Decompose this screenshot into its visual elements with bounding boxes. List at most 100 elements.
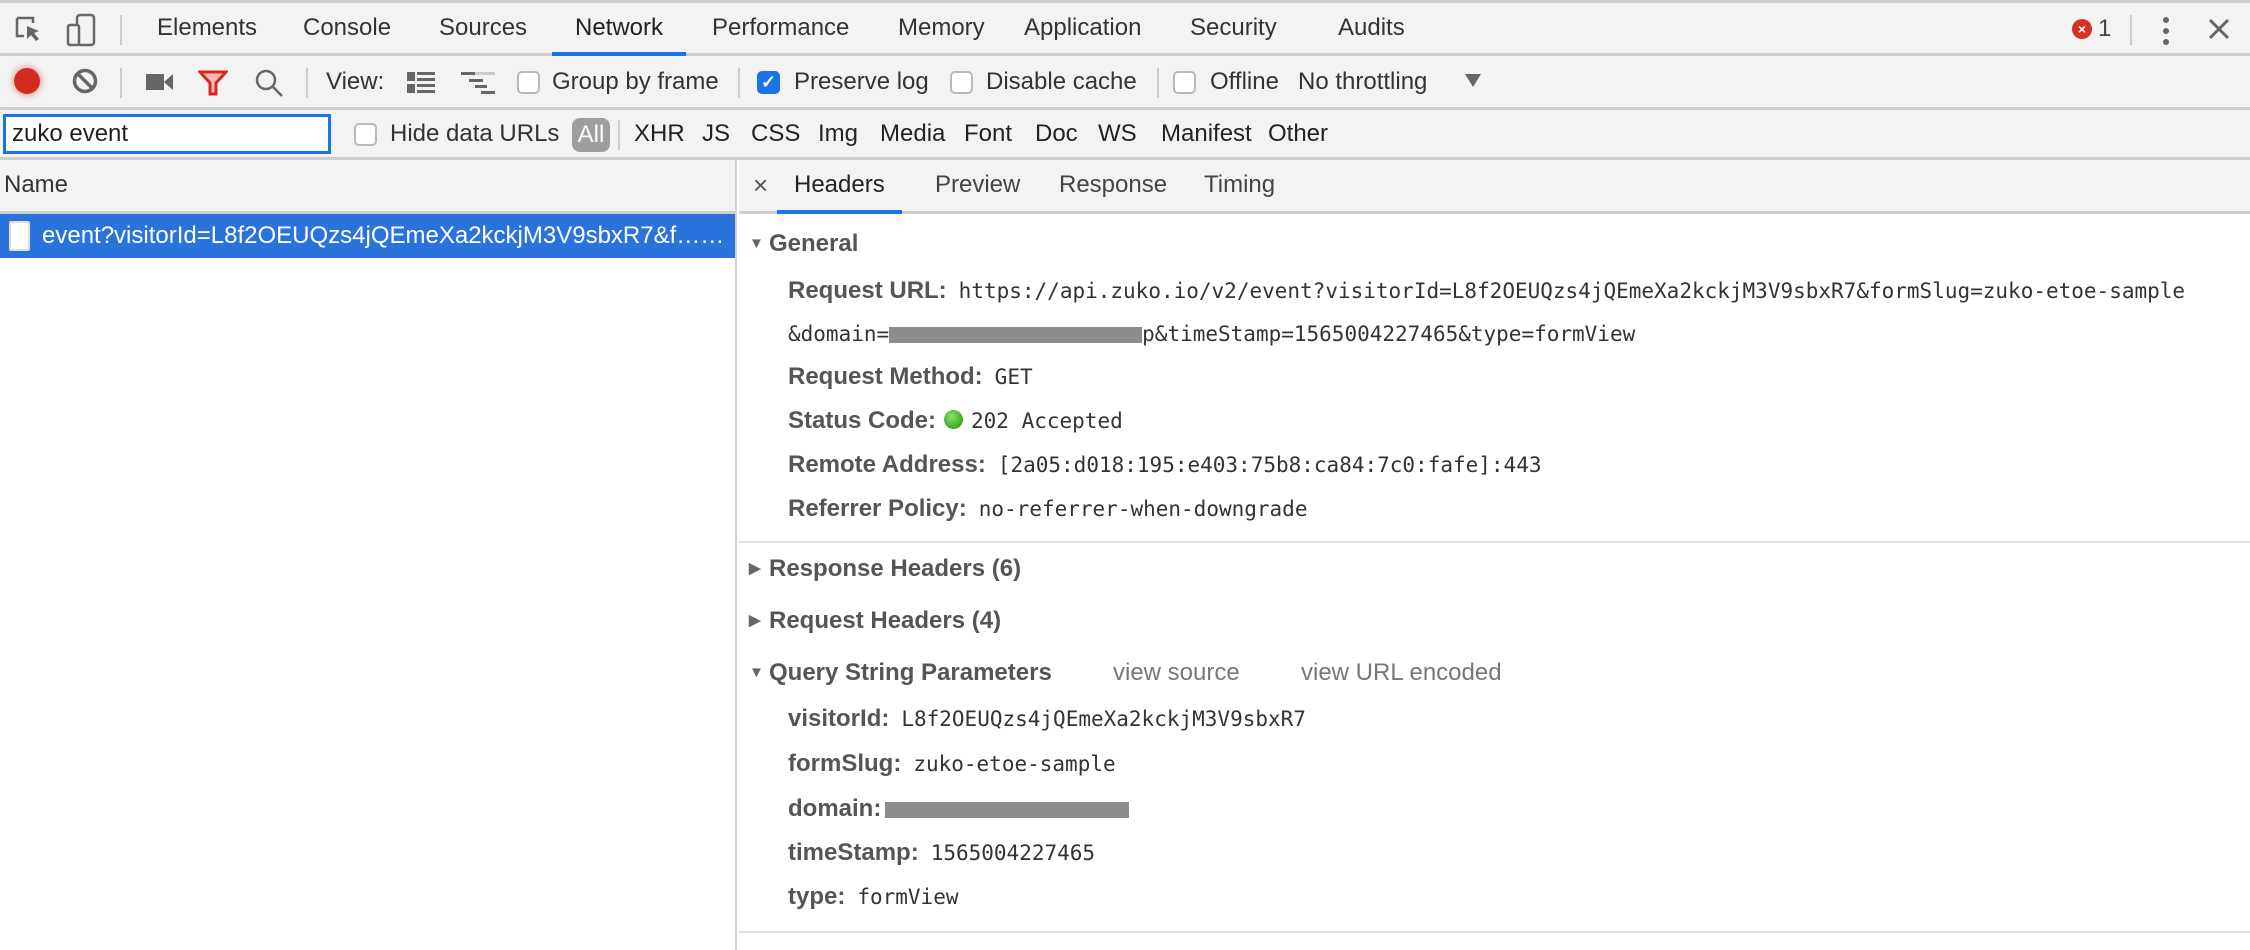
param-key: domain: (788, 795, 882, 822)
collapsed-triangle-icon: ▶ (749, 612, 761, 629)
tab-preview[interactable]: Preview (935, 160, 1020, 214)
param-value: zuko-etoe-sample (913, 752, 1116, 776)
query-param-row: type: formView (788, 882, 959, 915)
tab-headers[interactable]: Headers (777, 160, 902, 214)
error-badge[interactable]: × 1 (2072, 15, 2111, 43)
group-by-frame-checkbox[interactable] (517, 71, 540, 94)
filter-type-font[interactable]: Font (964, 119, 1012, 149)
tab-memory[interactable]: Memory (898, 3, 985, 56)
detail-tab-bar: × Headers Preview Response Timing (739, 160, 2250, 214)
more-options-icon[interactable] (2160, 16, 2172, 51)
query-param-row: domain: (788, 794, 1130, 827)
large-request-rows-icon[interactable] (407, 72, 435, 99)
preserve-log-label[interactable]: Preserve log (794, 67, 929, 97)
tab-network[interactable]: Network (552, 3, 687, 56)
divider (738, 68, 740, 98)
tab-sources[interactable]: Sources (439, 3, 527, 56)
response-headers-title: Response Headers (6) (769, 555, 1022, 582)
preserve-log-checkbox[interactable]: ✓ (757, 71, 780, 94)
hide-data-urls-label[interactable]: Hide data URLs (390, 119, 559, 149)
general-section-toggle[interactable]: ▼ General (749, 229, 858, 259)
tab-security[interactable]: Security (1190, 3, 1277, 56)
tab-timing[interactable]: Timing (1204, 160, 1275, 214)
offline-checkbox[interactable] (1173, 71, 1196, 94)
tab-performance[interactable]: Performance (712, 3, 849, 56)
filter-type-js[interactable]: JS (702, 119, 730, 149)
request-headers-toggle[interactable]: ▶ Request Headers (4) (749, 606, 1001, 636)
divider (120, 68, 122, 98)
section-divider (739, 541, 2250, 543)
filter-type-manifest[interactable]: Manifest (1161, 119, 1252, 149)
filter-type-ws[interactable]: WS (1098, 119, 1137, 149)
tab-elements[interactable]: Elements (157, 3, 257, 56)
status-code-label: Status Code: (788, 407, 937, 434)
request-url-continuation: &domain= p&timeStamp=1565004227465&type=f… (788, 319, 1635, 352)
query-param-row: visitorId: L8f2OEUQzs4jQEmeXa2kckjM3V9sbx… (788, 704, 1306, 737)
remote-address-label: Remote Address: (788, 451, 986, 478)
network-toolbar: View: Group by frame ✓ Preserve log Disa… (0, 56, 2250, 110)
filter-type-other[interactable]: Other (1268, 119, 1328, 149)
offline-label[interactable]: Offline (1210, 67, 1279, 97)
request-url-domain-prefix: &domain= (788, 322, 890, 346)
request-url-value: https://api.zuko.io/v2/event?visitorId=L… (958, 279, 2186, 303)
close-devtools-icon[interactable] (2208, 18, 2230, 45)
disable-cache-label[interactable]: Disable cache (986, 67, 1137, 97)
request-method-value: GET (994, 365, 1033, 389)
filter-type-xhr[interactable]: XHR (634, 119, 685, 149)
screenshot-camera-icon[interactable] (146, 72, 174, 97)
filter-type-img[interactable]: Img (818, 119, 858, 149)
general-title: General (769, 230, 859, 257)
close-detail-icon[interactable]: × (753, 160, 768, 210)
redacted-domain (889, 327, 1143, 343)
hide-data-urls-checkbox[interactable] (354, 123, 377, 146)
filter-type-all[interactable]: All (572, 118, 610, 152)
section-divider (739, 931, 2250, 933)
collapsed-triangle-icon: ▶ (749, 560, 761, 577)
divider (1157, 68, 1159, 98)
disable-cache-checkbox[interactable] (950, 71, 973, 94)
param-value: 1565004227465 (930, 841, 1096, 865)
request-url-suffix: p&timeStamp=1565004227465&type=formView (1142, 322, 1636, 346)
request-method-label: Request Method: (788, 363, 983, 390)
request-row[interactable]: event?visitorId=L8f2OEUQzs4jQEmeXa2kckjM… (0, 214, 735, 258)
name-column-header[interactable]: Name (0, 160, 735, 214)
filter-type-media[interactable]: Media (880, 119, 945, 149)
error-icon: × (2072, 19, 2092, 39)
filter-bar: Hide data URLs All XHR JS CSS Img Media … (0, 110, 2250, 160)
param-value: L8f2OEUQzs4jQEmeXa2kckjM3V9sbxR7 (901, 707, 1306, 731)
expanded-triangle-icon: ▼ (749, 235, 764, 252)
group-by-frame-label[interactable]: Group by frame (552, 67, 719, 97)
response-headers-toggle[interactable]: ▶ Response Headers (6) (749, 554, 1021, 584)
filter-icon[interactable] (196, 70, 230, 101)
request-name: event?visitorId=L8f2OEUQzs4jQEmeXa2kckjM… (42, 222, 725, 249)
record-icon[interactable] (14, 68, 40, 94)
tab-application[interactable]: Application (1024, 3, 1141, 56)
view-label: View: (326, 68, 385, 95)
filter-type-css[interactable]: CSS (751, 119, 800, 149)
remote-address-value: [2a05:d018:195:e403:75b8:ca84:7c0:fafe]:… (997, 453, 1542, 477)
filter-input[interactable] (3, 114, 331, 154)
overview-waterfall-icon[interactable] (461, 72, 495, 99)
param-value: formView (857, 885, 959, 909)
filter-type-doc[interactable]: Doc (1035, 119, 1078, 149)
redacted-domain (885, 802, 1130, 818)
referrer-policy-label: Referrer Policy: (788, 495, 967, 522)
tab-console[interactable]: Console (303, 3, 391, 56)
throttling-dropdown-icon[interactable] (1465, 74, 1481, 93)
request-url-label: Request URL: (788, 277, 947, 304)
divider (2130, 15, 2132, 45)
param-key: visitorId: (788, 705, 890, 732)
throttling-select[interactable]: No throttling (1298, 67, 1427, 97)
device-toolbar-icon[interactable] (64, 13, 98, 52)
view-source-link[interactable]: view source (1113, 658, 1240, 688)
view-url-encoded-link[interactable]: view URL encoded (1301, 658, 1502, 688)
query-param-row: formSlug: zuko-etoe-sample (788, 749, 1116, 782)
tab-response[interactable]: Response (1059, 160, 1167, 214)
request-detail-panel: × Headers Preview Response Timing ▼ Gener… (739, 160, 2250, 950)
clear-icon[interactable] (72, 68, 98, 99)
inspect-element-icon[interactable] (14, 15, 44, 50)
tab-audits[interactable]: Audits (1338, 3, 1405, 56)
query-string-toggle[interactable]: ▼ Query String Parameters (749, 658, 1052, 688)
search-icon[interactable] (254, 68, 284, 103)
error-count: 1 (2098, 15, 2112, 42)
